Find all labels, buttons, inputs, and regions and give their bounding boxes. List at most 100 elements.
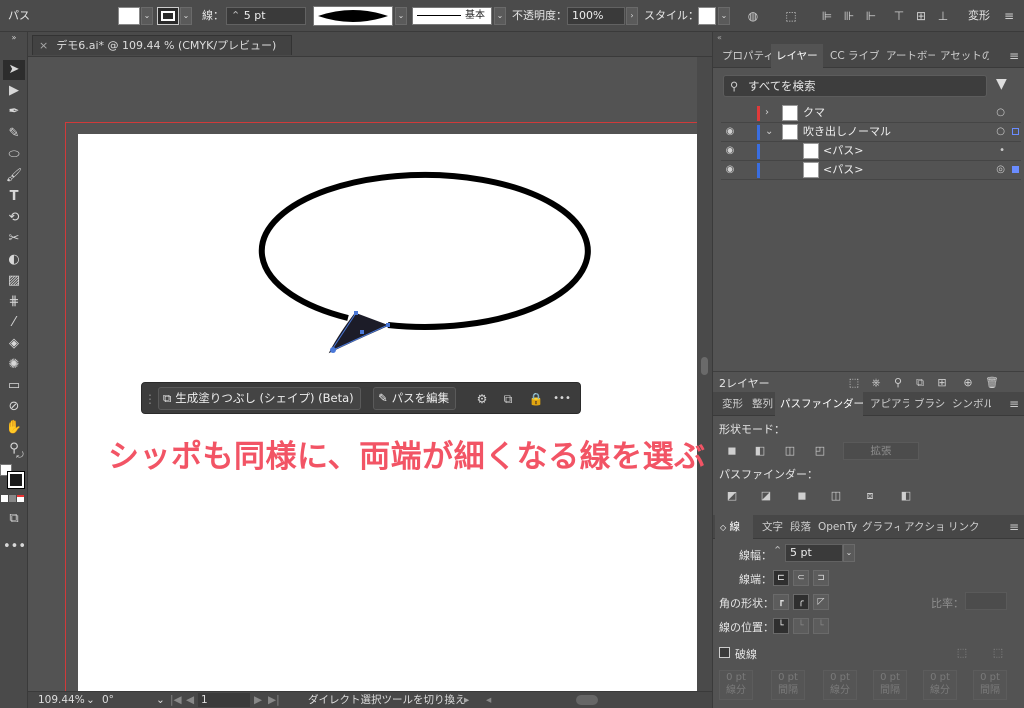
dashed-line-checkbox[interactable] (719, 647, 730, 658)
align-to-icon[interactable]: ⬚ (782, 7, 800, 25)
tab-layers[interactable]: レイヤー (771, 44, 823, 68)
round-join-icon[interactable]: ╭ (793, 594, 809, 610)
scissors-tool-icon[interactable]: ✂ (3, 229, 25, 249)
align-outside-stroke-icon[interactable]: └ (813, 618, 829, 634)
crop-icon[interactable]: ◫ (827, 487, 845, 505)
align-top-icon[interactable]: ⊤ (890, 7, 908, 25)
scroll-thumb[interactable] (701, 357, 708, 375)
stroke-swatch[interactable] (157, 7, 179, 25)
gap-field[interactable]: 0 pt 間隔 (771, 670, 805, 700)
layer-row[interactable]: ◉ ⌄ 吹き出しノーマル ○ (721, 123, 1021, 142)
align-right-icon[interactable]: ⊩ (862, 7, 880, 25)
recolor-icon[interactable]: ◍ (744, 7, 762, 25)
collect-export-icon[interactable]: ⬚ (845, 374, 863, 392)
merge-icon[interactable]: ◼ (793, 487, 811, 505)
tab-brushes[interactable]: ブラシ (909, 392, 947, 416)
eye-icon[interactable]: ◉ (722, 161, 738, 179)
dash-field[interactable]: 0 pt 線分 (923, 670, 957, 700)
direct-selection-tool-icon[interactable]: ▶ (3, 81, 25, 101)
dash-field[interactable]: 0 pt 線分 (719, 670, 753, 700)
color-mode-icon[interactable] (1, 495, 8, 502)
type-tool-icon[interactable]: T (3, 187, 25, 207)
tab-transform[interactable]: 変形 (717, 392, 747, 416)
stepper-icon[interactable]: ⌃ (231, 9, 240, 22)
butt-cap-icon[interactable]: ⊏ (773, 570, 789, 586)
tab-appearance[interactable]: アピアラ (865, 392, 909, 416)
clipping-mask-icon[interactable]: ⎈ (867, 374, 885, 392)
filter-icon[interactable]: ▼ (996, 76, 1007, 92)
chevron-down-icon[interactable]: ⌄ (765, 123, 773, 141)
anchor-point[interactable] (386, 323, 390, 327)
tab-actions[interactable]: アクショ (899, 515, 943, 539)
eye-icon[interactable]: ◉ (722, 123, 738, 141)
divide-icon[interactable]: ◩ (723, 487, 741, 505)
tab-opentype[interactable]: OpenTy (813, 515, 857, 539)
exclude-icon[interactable]: ◰ (811, 442, 829, 460)
align-middle-icon[interactable]: ⊞ (912, 7, 930, 25)
collapse-panel-icon[interactable]: ◇ (720, 523, 726, 532)
tab-character[interactable]: 文字 (757, 515, 783, 539)
trash-icon[interactable]: 🗑 (983, 374, 1001, 392)
weight-dropdown[interactable]: ⌄ (843, 544, 855, 562)
panel-menu-icon[interactable]: ≡ (1009, 44, 1019, 68)
layer-row[interactable]: ◉ <パス> ◎ (721, 161, 1021, 180)
new-sublayer-icon[interactable]: ⊞ (933, 374, 951, 392)
pen-tool-icon[interactable]: ✒ (3, 102, 25, 122)
anchor-point[interactable] (360, 330, 364, 334)
rotation-value[interactable]: 0° (102, 693, 114, 708)
tab-pathfinder[interactable]: パスファインダー (775, 392, 863, 416)
document-tab[interactable]: × デモ6.ai* @ 109.44 % (CMYK/プレビュー) (32, 35, 292, 55)
eye-icon[interactable]: ◉ (722, 142, 738, 160)
target-icon[interactable]: ◎ (996, 161, 1005, 179)
fill-dropdown[interactable]: ⌄ (141, 7, 153, 25)
anchor-point[interactable] (354, 311, 358, 315)
dash-align-corners-icon[interactable]: ⬚ (953, 644, 971, 662)
stroke-weight-input[interactable]: 5 pt (785, 544, 843, 562)
paintbrush-tool-icon[interactable]: 🖌 (3, 166, 25, 186)
expand-button[interactable]: 拡張 (843, 442, 919, 460)
layer-name[interactable]: <パス> (823, 161, 863, 179)
gradient-mode-icon[interactable] (9, 495, 16, 502)
locate-object-icon[interactable]: ⚲ (889, 374, 907, 392)
align-bottom-icon[interactable]: ⊥ (934, 7, 952, 25)
tab-links[interactable]: リンク (943, 515, 979, 539)
lock-icon[interactable]: 🔒 (526, 389, 546, 409)
blend-tool-icon[interactable]: ◈ (3, 334, 25, 354)
rotation-dropdown-icon[interactable]: ⌄ (156, 693, 165, 708)
draw-mode-icon[interactable]: ⧉ (3, 509, 25, 529)
chevron-right-icon[interactable]: › (765, 104, 769, 122)
align-center-icon[interactable]: ⊪ (840, 7, 858, 25)
grip-icon[interactable]: ⋮ (144, 389, 156, 409)
tab-artboards[interactable]: アートボー (881, 44, 935, 68)
curvature-tool-icon[interactable]: ✎ (3, 124, 25, 144)
vertical-scrollbar[interactable] (697, 57, 712, 691)
layer-row[interactable]: › クマ ○ (721, 104, 1021, 123)
layer-row[interactable]: ◉ <パス> • (721, 142, 1021, 161)
layer-name[interactable]: クマ (803, 104, 825, 122)
dash-field[interactable]: 0 pt 線分 (823, 670, 857, 700)
tab-stroke[interactable]: ◇ 線 (715, 515, 753, 539)
scroll-left-icon[interactable]: ◂ (486, 693, 491, 708)
graphic-style-swatch[interactable] (698, 7, 716, 25)
opacity-arrow[interactable]: › (626, 7, 638, 25)
stroke-color-icon[interactable] (7, 471, 25, 489)
none-mode-icon[interactable] (17, 495, 24, 502)
prev-artboard-icon[interactable]: ◀ (186, 693, 194, 708)
make-sublayer-icon[interactable]: ⧉ (911, 374, 929, 392)
target-icon[interactable]: ○ (996, 123, 1005, 141)
fill-swatch[interactable] (118, 7, 140, 25)
align-center-stroke-icon[interactable]: └ (773, 618, 789, 634)
variable-width-profile[interactable] (313, 6, 393, 26)
round-cap-icon[interactable]: ⊂ (793, 570, 809, 586)
panel-menu-icon[interactable]: ≡ (1009, 392, 1019, 416)
canvas-area[interactable] (28, 57, 712, 691)
panel-menu-icon[interactable]: ≡ (1000, 7, 1018, 25)
outline-icon[interactable]: ⧈ (861, 487, 879, 505)
ellipse-tool-icon[interactable]: ⬭ (3, 145, 25, 165)
miter-join-icon[interactable]: ┏ (773, 594, 789, 610)
target-icon[interactable]: ○ (996, 104, 1005, 122)
stroke-dropdown[interactable]: ⌄ (180, 7, 192, 25)
tab-properties[interactable]: プロパティ (717, 44, 771, 68)
edit-path-button[interactable]: ✎ パスを編集 (373, 387, 457, 410)
swap-colors-icon[interactable]: ⤾ (14, 446, 26, 466)
